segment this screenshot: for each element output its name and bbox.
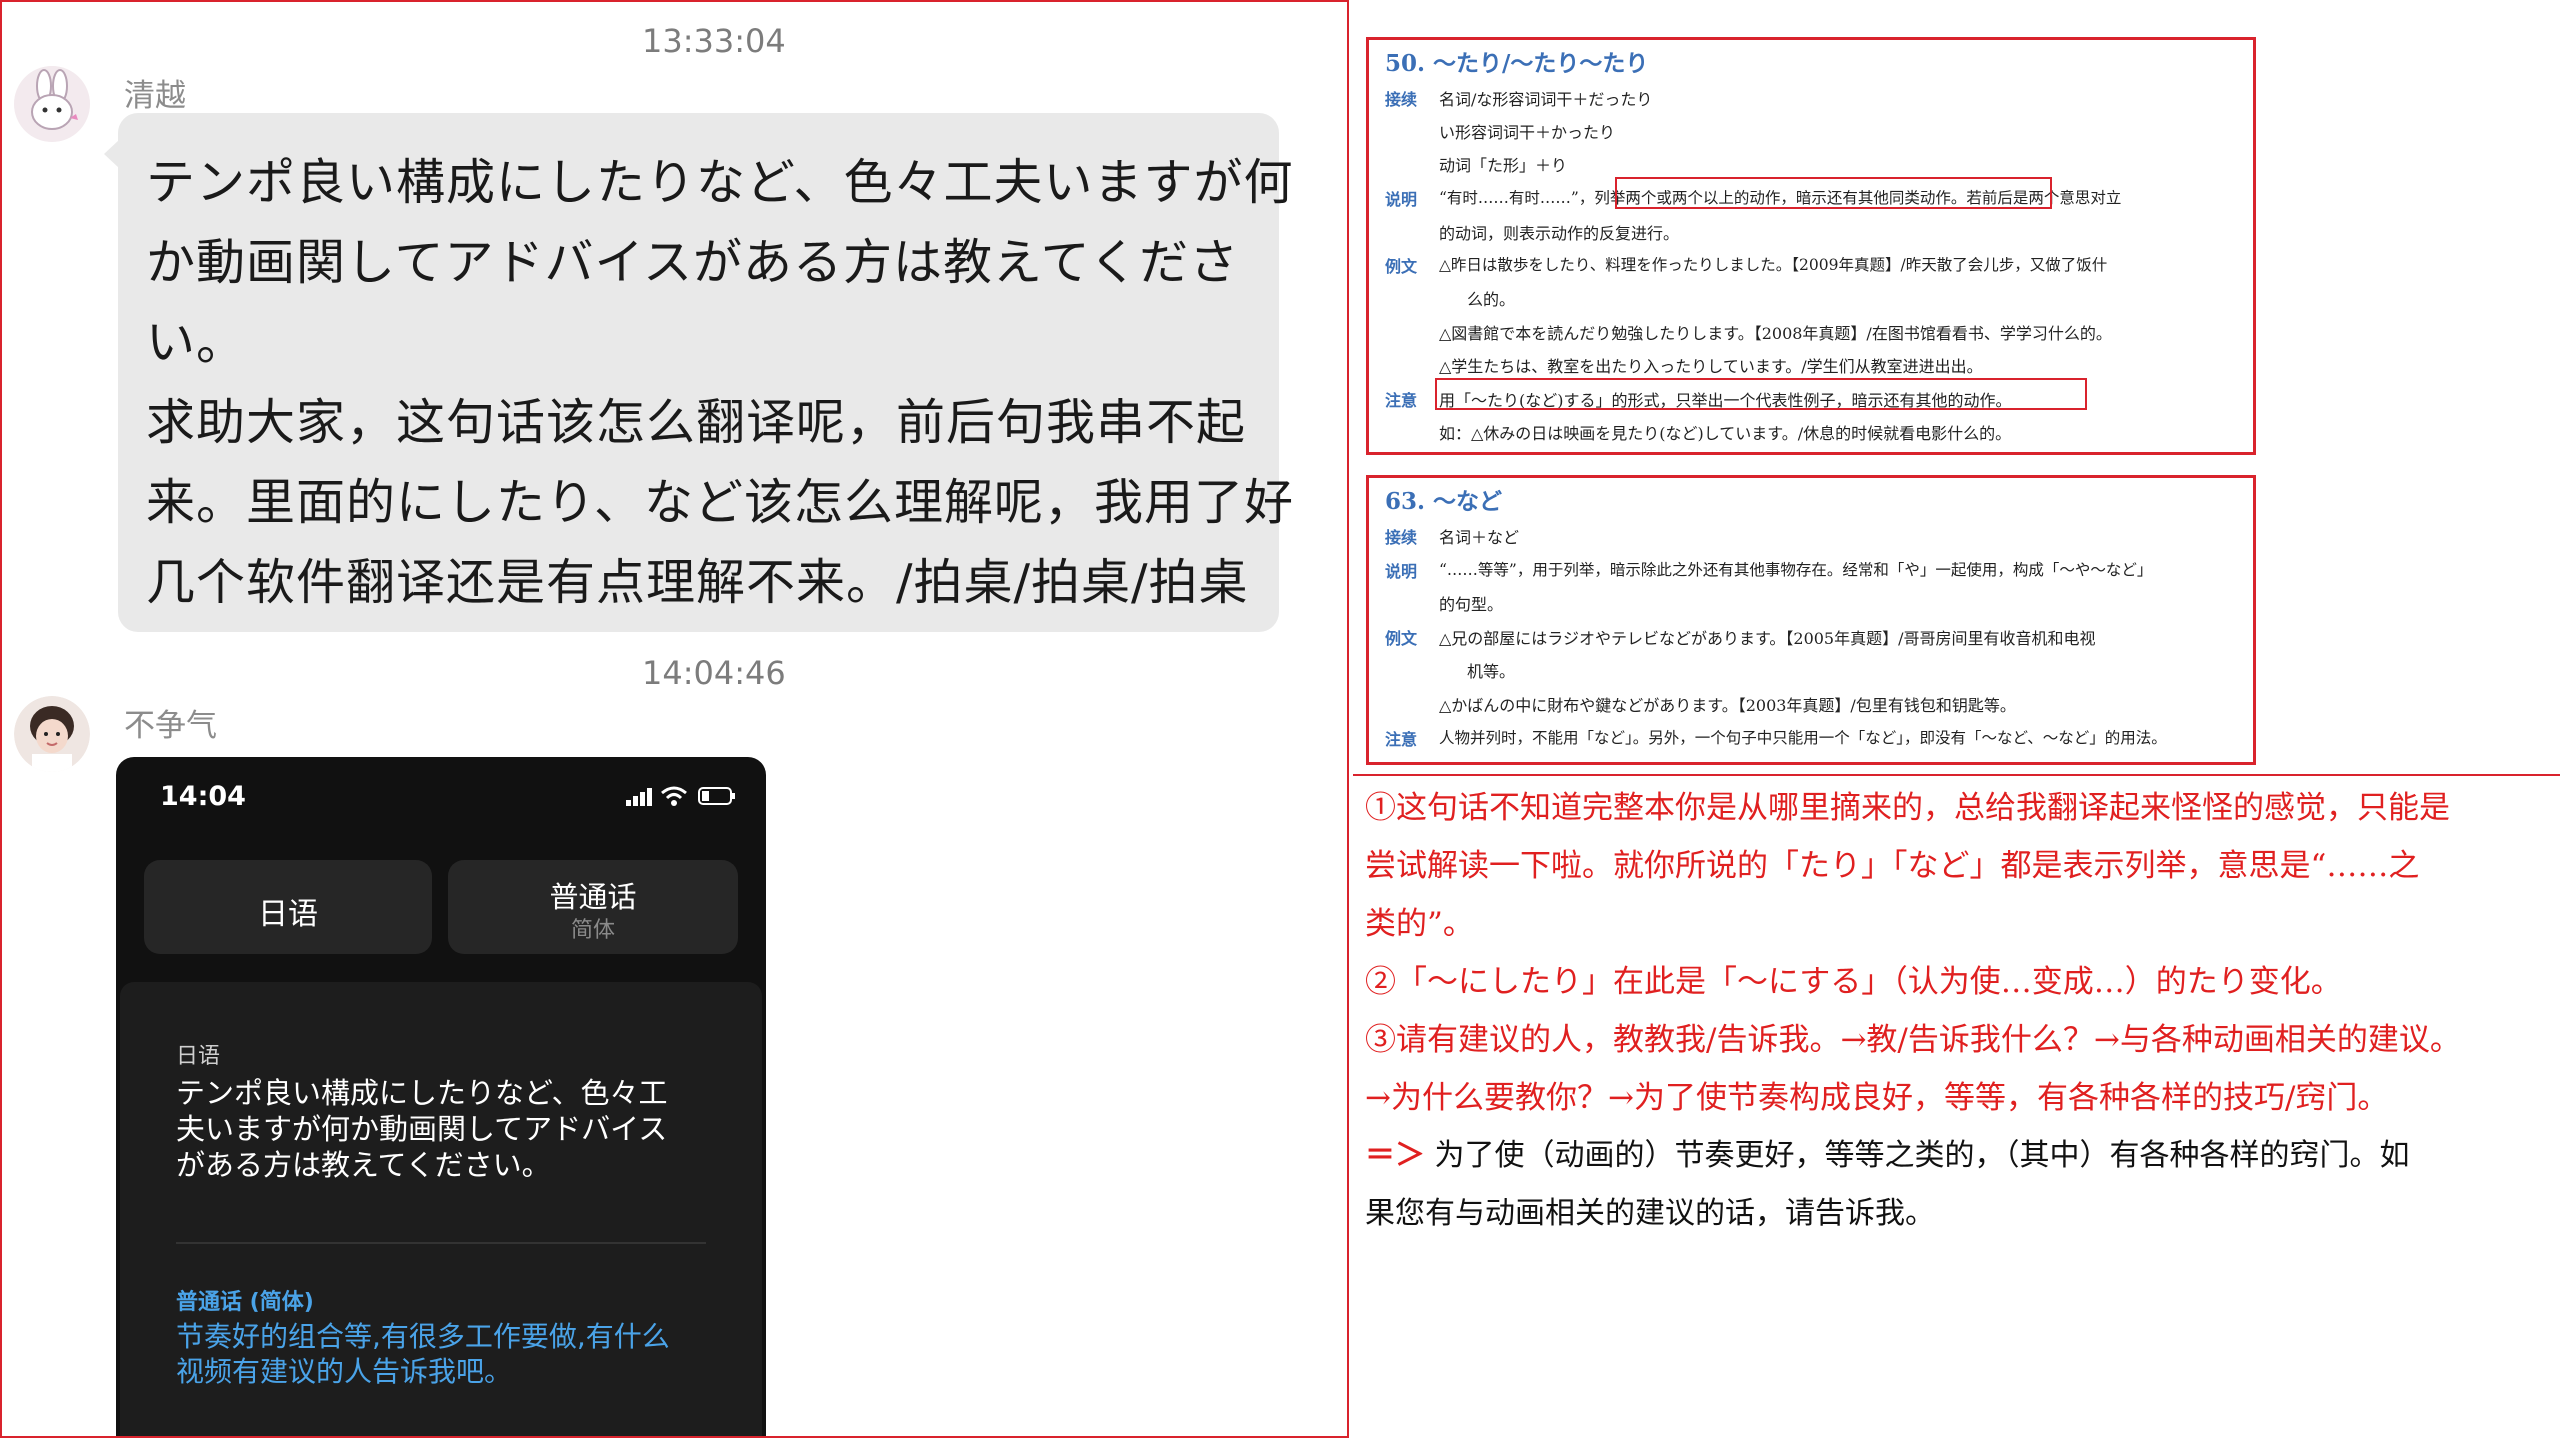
row-label: 例文 [1385, 629, 1418, 648]
conclusion-text: 为了使（动画的）节奏更好，等等之类的，（其中）有各种各样的窍门。如 [1434, 1138, 2410, 1173]
note-line: ③请有建议的人，教教我/告诉我。→教/告诉我什么？→与各种动画相关的建议。 [1365, 1022, 2461, 1058]
note-line: 尝试解读一下啦。就你所说的「たり」「など」都是表示列举，意思是“……之 [1365, 848, 2420, 884]
message-line: か動画関してアドバイスがある方は教えてくださ [146, 234, 1240, 291]
rabbit-avatar-icon[interactable] [14, 66, 90, 142]
bubble-tail [104, 140, 119, 168]
row-label: 注意 [1385, 730, 1418, 749]
highlight-box [1435, 378, 2087, 410]
battery-icon [698, 787, 736, 805]
row-text: 机等。 [1467, 662, 1516, 681]
message-timestamp: 13:33:04 [642, 22, 786, 60]
target-text-line: 视频有建议的人告诉我吧。 [176, 1355, 513, 1388]
highlight-box [1615, 177, 2052, 209]
target-text-line: 节奏好的组合等,有很多工作要做,有什么 [176, 1320, 670, 1353]
explanation-notes: ①这句话不知道完整本你是从哪里摘来的，总给我翻译起来怪怪的感觉，只能是 尝试解读… [1353, 774, 2560, 1440]
row-label: 接续 [1385, 90, 1418, 109]
row-text: △かばんの中に財布や鍵などがあります。【2003年真题】/包里有钱包和钥匙等。 [1439, 696, 2016, 715]
girl-avatar-icon[interactable] [14, 696, 90, 772]
source-language-button[interactable]: 日语 [144, 860, 432, 954]
reference-heading: 63. 〜など [1385, 488, 1503, 515]
message-line: い。 [146, 314, 247, 371]
note-line: 类的”。 [1365, 906, 1474, 942]
source-text-line: がある方は教えてください。 [176, 1148, 551, 1182]
chat-pane: 13:33:04 清越 テンポ良い構成にしたりなど、色々工夫いますが何 か動画関… [0, 0, 1349, 1438]
note-line: →为什么要教你？→为了使节奏构成良好，等等，有各种各样的技巧/窍门。 [1365, 1080, 2389, 1116]
note-conclusion: ＝＞ 为了使（动画的）节奏更好，等等之类的，（其中）有各种各样的窍门。如 [1365, 1130, 2410, 1174]
reference-heading: 50. 〜たり/〜たり〜たり [1385, 50, 1649, 77]
row-text: △学生たちは、教室を出たり入ったりしています。/学生们从教室进进出出。 [1439, 357, 1983, 376]
target-language-sub: 简体 [570, 918, 615, 943]
signal-icon [626, 788, 654, 806]
sender-name: 不争气 [124, 708, 217, 744]
phone-screenshot[interactable]: 14:04 日语 普通话 简体 日语 テンポ良い構成にしたりなど、色々工 夫いま… [116, 757, 766, 1436]
row-label: 说明 [1385, 190, 1418, 209]
row-text: 如：△休みの日は映画を見たり(など)しています。/休息的时候就看电影什么的。 [1439, 424, 2012, 443]
row-text: △図書館で本を読んだり勉強したりします。【2008年真题】/在图书馆看看书、学学… [1439, 324, 2112, 343]
row-text: 的句型。 [1439, 595, 1504, 614]
note-line: ②「〜にしたり」在此是「〜にする」（认为使…变成…）的たり变化。 [1365, 964, 2342, 1000]
translation-card: 日语 テンポ良い構成にしたりなど、色々工 夫いますが何か動画関してアドバイス が… [120, 982, 762, 1436]
phone-clock: 14:04 [160, 781, 246, 812]
message-line: 几个软件翻译还是有点理解不来。/拍桌/拍桌/拍桌 [146, 554, 1249, 611]
row-text: 么的。 [1467, 290, 1516, 309]
note-line: ①这句话不知道完整本你是从哪里摘来的，总给我翻译起来怪怪的感觉，只能是 [1365, 790, 2450, 826]
row-text: 的动词，则表示动作的反复进行。 [1439, 224, 1680, 243]
row-label: 注意 [1385, 391, 1418, 410]
source-language-label: 日语 [258, 897, 318, 932]
sender-name: 清越 [124, 78, 186, 114]
row-text: い形容词词干＋かったり [1439, 123, 1616, 142]
row-text: 人物并列时，不能用「など」。另外，一个句子中只能用一个「など」，即没有「〜など、… [1439, 729, 2167, 747]
row-label: 接续 [1385, 528, 1418, 547]
reference-box-nado: 63. 〜など 接续 名词＋など 说明 “……等等”，用于列举，暗示除此之外还有… [1366, 475, 2256, 765]
row-text: △兄の部屋にはラジオやテレビなどがあります。【2005年真题】/哥哥房间里有收音… [1439, 629, 2096, 648]
target-section-label: 普通话 (简体) [176, 1290, 314, 1315]
row-label: 例文 [1385, 257, 1418, 276]
reference-box-tari: 50. 〜たり/〜たり〜たり 接续 名词/な形容词词干＋だったり い形容词词干＋… [1366, 37, 2256, 455]
target-language-label: 普通话 [549, 880, 637, 914]
message-line: テンポ良い構成にしたりなど、色々工夫いますが何 [146, 154, 1294, 211]
row-text: 名词/な形容词词干＋だったり [1439, 90, 1653, 109]
wifi-icon [661, 786, 687, 806]
note-conclusion: 果您有与动画相关的建议的话，请告诉我。 [1365, 1196, 1935, 1231]
row-text: 动词「た形」＋り [1439, 156, 1568, 175]
divider [176, 1242, 706, 1244]
row-text: 名词＋など [1439, 528, 1520, 547]
row-text: △昨日は散歩をしたり、料理を作ったりしました。【2009年真题】/昨天散了会儿步… [1439, 256, 2108, 274]
row-label: 说明 [1385, 562, 1418, 581]
message-line: 求助大家，这句话该怎么翻译呢，前后句我串不起 [146, 394, 1247, 451]
target-language-button[interactable]: 普通话 简体 [448, 860, 738, 954]
message-timestamp: 14:04:46 [642, 654, 786, 692]
source-section-label: 日语 [176, 1044, 221, 1069]
arrow-icon: ＝＞ [1365, 1138, 1425, 1173]
row-text: “……等等”，用于列举，暗示除此之外还有其他事物存在。经常和「や」一起使用，构成… [1439, 561, 2153, 579]
message-line: 来。里面的にしたり、など该怎么理解呢，我用了好 [146, 474, 1295, 531]
